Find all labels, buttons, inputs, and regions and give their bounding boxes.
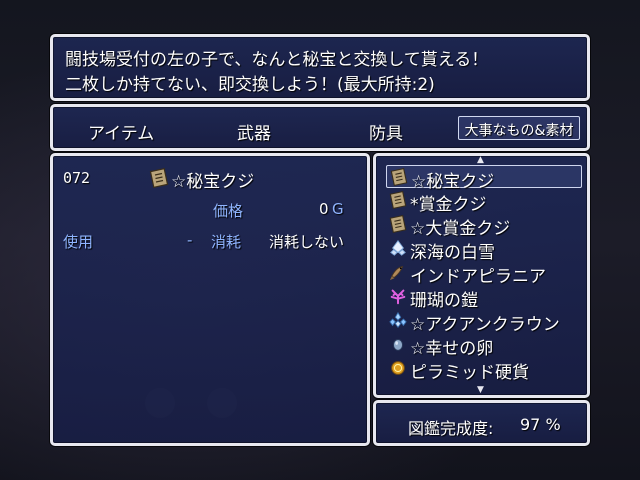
coin-icon	[391, 361, 405, 375]
tab-weapons[interactable]: 武器	[237, 119, 271, 144]
list-item-label: 深海の白雪	[410, 243, 495, 263]
price-unit: G	[332, 200, 344, 218]
help-text-line2: 二枚しか持てない、即交換しよう！(最大所持:2)	[65, 75, 435, 95]
list-item[interactable]: 珊瑚の鎧	[386, 285, 582, 311]
list-item[interactable]: ピラミッド硬貨	[386, 357, 582, 383]
ticket-icon	[390, 168, 408, 186]
item-detail-window: 072 ☆秘宝クジ 価格 0 G 使用 - 消耗 消耗しない	[50, 153, 370, 446]
ticket-icon	[149, 168, 169, 188]
price-value: 0	[319, 200, 329, 218]
completion-label: 図鑑完成度:	[408, 419, 494, 438]
list-item-label: ☆アクアンクラウン	[410, 315, 560, 335]
list-item-label: インドアピラニア	[410, 267, 546, 287]
list-item-label: *賞金クジ	[410, 195, 487, 215]
completion-value: 97 %	[520, 415, 561, 434]
item-number: 072	[63, 169, 91, 187]
item-list-window: ▲ ☆秘宝クジ *賞金クジ ☆大賞金クジ 深海の白雪 インドアピラニア 珊瑚の鎧…	[373, 153, 590, 398]
consume-label: 消耗	[211, 233, 242, 251]
tab-armor[interactable]: 防具	[369, 119, 403, 144]
use-dash: -	[187, 231, 193, 249]
tab-key-items-materials[interactable]: 大事なもの&素材	[458, 116, 580, 140]
list-item[interactable]: 深海の白雪	[386, 237, 582, 263]
use-label: 使用	[63, 233, 94, 251]
list-item[interactable]: *賞金クジ	[386, 189, 582, 215]
snow-crystal-icon	[390, 240, 406, 256]
coral-icon	[390, 289, 406, 305]
help-window: 闘技場受付の左の子で、なんと秘宝と交換して貰える！ 二枚しか持てない、即交換しよ…	[50, 34, 590, 101]
list-item-label: ☆大賞金クジ	[410, 219, 511, 239]
list-item-label: ピラミッド硬貨	[410, 363, 529, 383]
ticket-icon	[389, 191, 407, 209]
crystal-crown-icon	[389, 311, 407, 328]
ticket-icon	[389, 215, 407, 233]
list-item[interactable]: ☆アクアンクラウン	[386, 309, 582, 335]
fish-icon	[389, 266, 404, 281]
egg-icon	[393, 339, 403, 351]
scroll-down-arrow-icon[interactable]: ▼	[477, 385, 484, 395]
tab-items[interactable]: アイテム	[88, 119, 154, 144]
help-text-line1: 闘技場受付の左の子で、なんと秘宝と交換して貰える！	[65, 50, 489, 70]
tab-key-items-label: 大事なもの&素材	[464, 123, 574, 139]
list-item-label: ☆幸せの卵	[410, 339, 494, 359]
list-item-label: 珊瑚の鎧	[410, 291, 478, 311]
list-item[interactable]: ☆幸せの卵	[386, 333, 582, 359]
consume-value: 消耗しない	[269, 233, 345, 251]
list-item[interactable]: ☆秘宝クジ	[386, 165, 582, 192]
price-label: 価格	[213, 202, 244, 220]
list-item[interactable]: インドアピラニア	[386, 261, 582, 287]
item-name: ☆秘宝クジ	[171, 172, 255, 192]
list-item[interactable]: ☆大賞金クジ	[386, 213, 582, 239]
scroll-up-arrow-icon[interactable]: ▲	[477, 155, 484, 165]
category-window: アイテム 武器 防具 大事なもの&素材	[50, 104, 590, 151]
completion-window: 図鑑完成度: 97 %	[373, 400, 590, 446]
